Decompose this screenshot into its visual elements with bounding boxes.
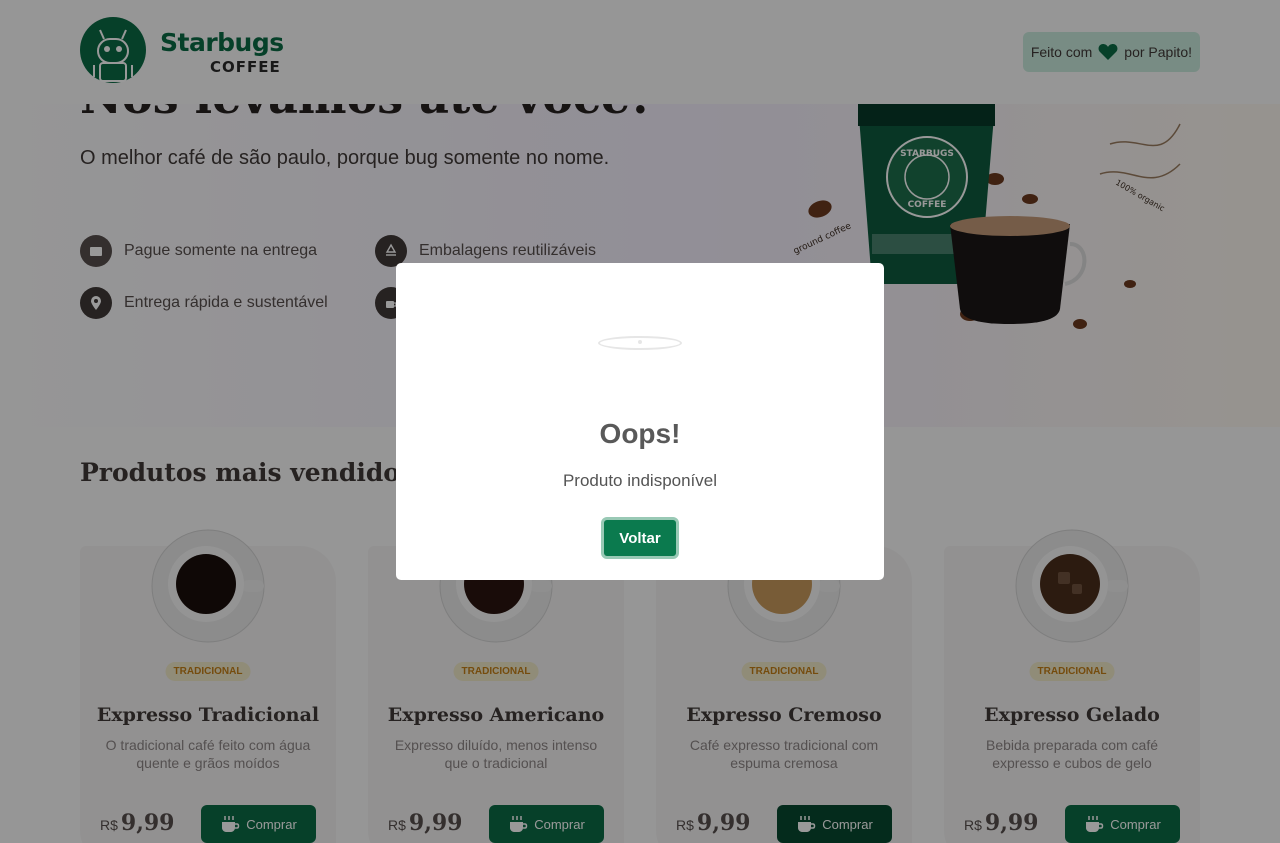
modal-title: Oops! <box>599 418 681 449</box>
modal-message: Produto indisponível <box>562 471 718 490</box>
modal-icon-ring <box>598 336 682 350</box>
back-button[interactable]: Voltar <box>601 517 679 559</box>
error-modal: Oops! Produto indisponível Voltar <box>396 263 884 580</box>
